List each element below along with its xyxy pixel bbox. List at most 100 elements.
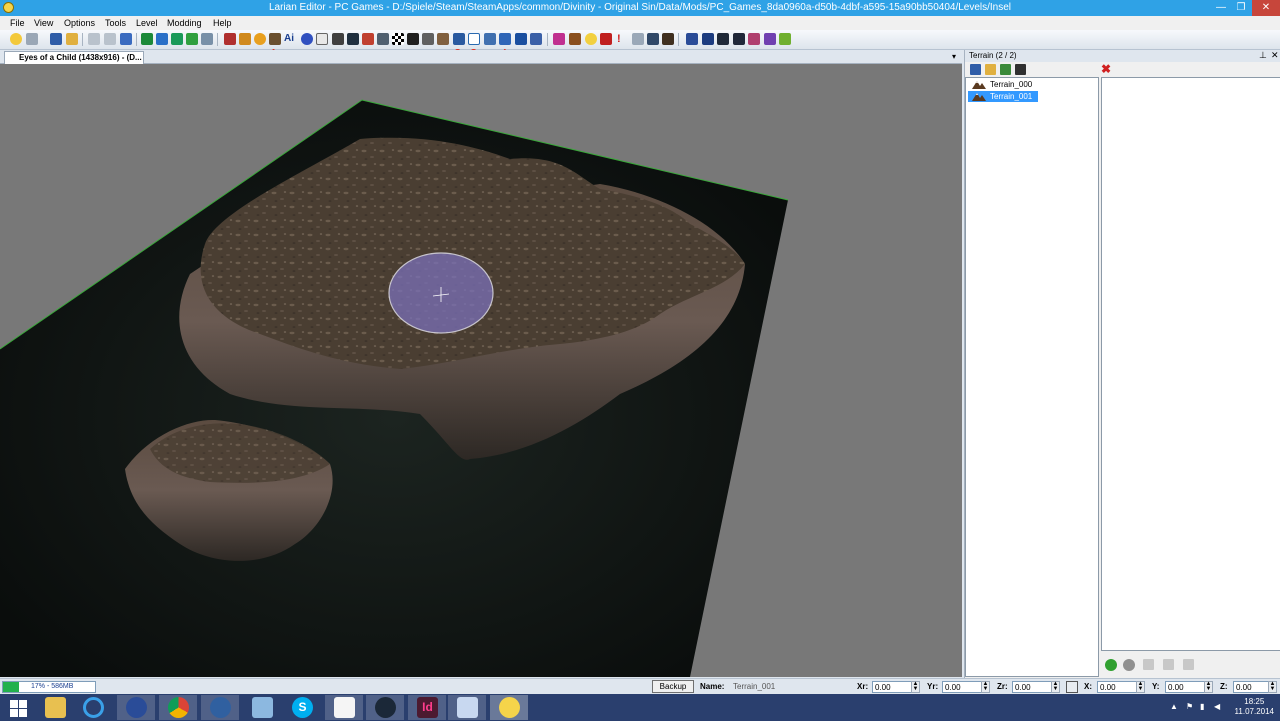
terrain-paint-icon[interactable]: [437, 33, 449, 45]
yr-field[interactable]: 0.00: [942, 681, 982, 693]
minimize-button[interactable]: —: [1210, 0, 1232, 16]
badge-icon[interactable]: [647, 33, 659, 45]
taskbar-virtualbox[interactable]: [243, 695, 281, 720]
y-spinner[interactable]: ▲ ▼: [1204, 681, 1213, 693]
menu-modding[interactable]: Modding: [167, 18, 202, 28]
bird-2-icon[interactable]: [733, 33, 745, 45]
heart-shield-icon[interactable]: [748, 33, 760, 45]
viewport-tab[interactable]: Eyes of a Child (1438x916) - (D...: [4, 51, 144, 64]
start-button[interactable]: [0, 695, 38, 720]
clock[interactable]: 18:25 11.07.2014: [1235, 697, 1274, 717]
panel-close-icon[interactable]: ✕: [1271, 50, 1279, 61]
smiley-icon[interactable]: [10, 33, 22, 45]
menu-tools[interactable]: Tools: [105, 18, 126, 28]
shield-icon[interactable]: [569, 33, 581, 45]
rotate-icon[interactable]: [171, 33, 183, 45]
pointer-icon[interactable]: [141, 33, 153, 45]
delete-icon[interactable]: ✖: [1101, 62, 1112, 76]
menu-level[interactable]: Level: [136, 18, 158, 28]
brush-icon[interactable]: [332, 33, 344, 45]
undo-icon[interactable]: [88, 33, 100, 45]
tray-expand-icon[interactable]: ▲: [1170, 702, 1178, 711]
alert-icon[interactable]: !: [617, 33, 629, 45]
add-circle-icon[interactable]: [1105, 659, 1117, 671]
text-icon[interactable]: [316, 33, 328, 45]
terrain-ramp-icon[interactable]: [515, 33, 527, 45]
volume-icon[interactable]: ◀: [1214, 702, 1220, 711]
shield-dark-icon[interactable]: [702, 33, 714, 45]
light-icon[interactable]: [254, 33, 266, 45]
taskbar-steam[interactable]: [366, 695, 404, 720]
menu-options[interactable]: Options: [64, 18, 95, 28]
move-icon[interactable]: [156, 33, 168, 45]
3d-viewport[interactable]: [0, 64, 962, 677]
shield-blue-icon[interactable]: [686, 33, 698, 45]
taskbar-indesign[interactable]: Id: [408, 695, 446, 720]
zr-field[interactable]: 0.00: [1012, 681, 1052, 693]
restore-button[interactable]: ❐: [1230, 0, 1252, 16]
bulb-icon[interactable]: [585, 33, 597, 45]
snap-icon[interactable]: [201, 33, 213, 45]
menu-help[interactable]: Help: [213, 18, 232, 28]
layout-icon[interactable]: [26, 33, 38, 45]
terrain-flatten-icon[interactable]: [499, 33, 511, 45]
zr-spinner[interactable]: ▲ ▼: [1051, 681, 1060, 693]
ai-icon[interactable]: Ai: [284, 33, 296, 45]
x-spinner[interactable]: ▲ ▼: [1136, 681, 1145, 693]
taskbar-larian-editor[interactable]: [448, 695, 486, 720]
calendar-icon[interactable]: [662, 33, 674, 45]
bird-icon[interactable]: [717, 33, 729, 45]
redo-icon[interactable]: [104, 33, 116, 45]
taskbar-trollface[interactable]: [490, 695, 528, 720]
tab-dropdown-icon[interactable]: ▾: [952, 52, 956, 61]
duplicate-icon[interactable]: [1183, 659, 1194, 670]
taskbar-thunderbird[interactable]: [201, 695, 239, 720]
taskbar-skype[interactable]: S: [283, 695, 321, 720]
record-icon[interactable]: [600, 33, 612, 45]
terrain-lower-icon[interactable]: [468, 33, 480, 45]
xr-spinner[interactable]: ▲ ▼: [911, 681, 920, 693]
network-icon[interactable]: ▮: [1200, 702, 1204, 711]
flag-icon[interactable]: ⚑: [1186, 702, 1193, 711]
menu-file[interactable]: File: [10, 18, 25, 28]
snap-grid-icon[interactable]: [1066, 681, 1078, 693]
remove-circle-icon[interactable]: [1123, 659, 1135, 671]
checker-icon[interactable]: [392, 33, 404, 45]
taskbar-chrome[interactable]: [159, 695, 197, 720]
z-spinner[interactable]: ▲ ▼: [1268, 681, 1277, 693]
taskbar-firefox[interactable]: [117, 695, 155, 720]
trigger-icon[interactable]: [422, 33, 434, 45]
close-button[interactable]: ✕: [1252, 0, 1280, 16]
figure-icon[interactable]: [553, 33, 565, 45]
move-down-icon[interactable]: [1163, 659, 1174, 670]
menu-view[interactable]: View: [34, 18, 53, 28]
character-icon[interactable]: [224, 33, 236, 45]
terrain-smooth-icon[interactable]: [484, 33, 496, 45]
terrain-icon[interactable]: [269, 33, 281, 45]
shadow-icon[interactable]: [407, 33, 419, 45]
green-arrow-icon[interactable]: [779, 33, 791, 45]
binoculars-icon[interactable]: [1015, 64, 1026, 75]
backup-button[interactable]: Backup: [652, 680, 694, 693]
panel-open-icon[interactable]: [985, 64, 996, 75]
terrain-raise-icon[interactable]: [453, 33, 465, 45]
panel-save-icon[interactable]: [970, 64, 981, 75]
sphere-icon[interactable]: [301, 33, 313, 45]
taskbar-internet-explorer[interactable]: [74, 695, 112, 720]
grid-icon[interactable]: [377, 33, 389, 45]
tree-item-terrain-000[interactable]: Terrain_000: [968, 79, 1032, 90]
mask-icon[interactable]: [362, 33, 374, 45]
panel-add-terrain-icon[interactable]: [1000, 64, 1011, 75]
decal-icon[interactable]: [347, 33, 359, 45]
x-field[interactable]: 0.00: [1097, 681, 1137, 693]
xr-field[interactable]: 0.00: [872, 681, 912, 693]
taskbar-notepad[interactable]: [325, 695, 363, 720]
tree-item-terrain-001[interactable]: Terrain_001: [968, 91, 1039, 102]
link-icon[interactable]: [632, 33, 644, 45]
taskbar-file-explorer[interactable]: [36, 695, 74, 720]
y-field[interactable]: 0.00: [1165, 681, 1205, 693]
select-tool-icon[interactable]: [120, 33, 132, 45]
pin-icon[interactable]: ⊥: [1259, 50, 1267, 61]
purple-shield-icon[interactable]: [764, 33, 776, 45]
scale-icon[interactable]: [186, 33, 198, 45]
